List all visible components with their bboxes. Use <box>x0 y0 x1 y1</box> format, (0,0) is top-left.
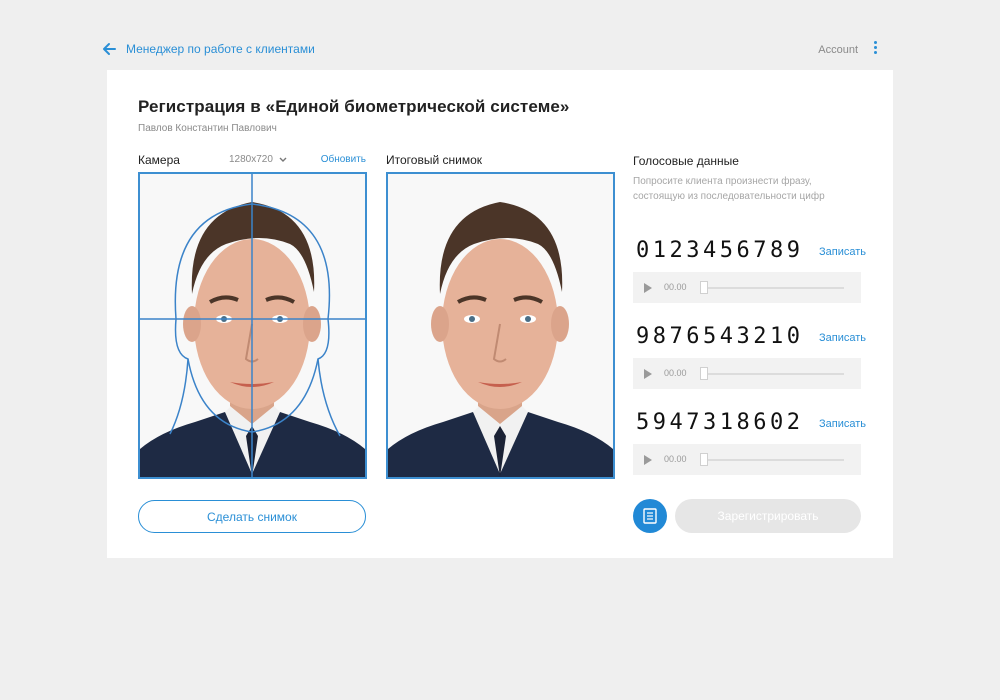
final-portrait <box>388 174 613 477</box>
account-link[interactable]: Account <box>818 44 858 56</box>
camera-portrait <box>140 174 365 477</box>
record-button-1[interactable]: Записать <box>819 246 866 258</box>
client-name: Павлов Константин Павлович <box>138 123 277 134</box>
voice-hint: Попросите клиента произнести фразу, сост… <box>633 176 825 202</box>
digit-sequence-text: 9876543210 <box>636 324 804 349</box>
digit-sequence-text: 0123456789 <box>636 238 804 263</box>
audio-player-1: 00.00 <box>633 272 861 303</box>
audio-track[interactable] <box>700 459 844 461</box>
registration-card: Регистрация в «Единой биометрической сис… <box>107 70 893 558</box>
digit-sequence-text: 5947318602 <box>636 410 804 435</box>
record-button-3[interactable]: Записать <box>819 418 866 430</box>
page-title: Регистрация в «Единой биометрической сис… <box>138 97 570 116</box>
play-icon[interactable] <box>644 455 652 465</box>
audio-player-2: 00.00 <box>633 358 861 389</box>
audio-track[interactable] <box>700 373 844 375</box>
resolution-select[interactable]: 1280x720 <box>229 154 287 165</box>
play-icon[interactable] <box>644 283 652 293</box>
top-bar: Менеджер по работе с клиентами Account <box>100 40 890 60</box>
refresh-camera-link[interactable]: Обновить <box>321 154 366 165</box>
digit-sequence-2: 9876543210 Записать <box>636 324 866 352</box>
kebab-menu-icon[interactable] <box>872 41 878 57</box>
audio-slider-thumb[interactable] <box>700 367 708 380</box>
resolution-value: 1280x720 <box>229 154 273 165</box>
audio-track[interactable] <box>700 287 844 289</box>
audio-time: 00.00 <box>664 282 687 292</box>
audio-time: 00.00 <box>664 368 687 378</box>
audio-slider-thumb[interactable] <box>700 453 708 466</box>
final-photo <box>386 172 615 479</box>
audio-time: 00.00 <box>664 454 687 464</box>
take-photo-button[interactable]: Сделать снимок <box>138 500 366 533</box>
document-button[interactable] <box>633 499 667 533</box>
digit-sequence-3: 5947318602 Записать <box>636 410 866 438</box>
back-link[interactable]: Менеджер по работе с клиентами <box>100 40 315 58</box>
audio-player-3: 00.00 <box>633 444 861 475</box>
audio-slider-thumb[interactable] <box>700 281 708 294</box>
play-icon[interactable] <box>644 369 652 379</box>
camera-label: Камера <box>138 153 180 167</box>
final-photo-label: Итоговый снимок <box>386 153 482 167</box>
back-link-label: Менеджер по работе с клиентами <box>126 42 315 56</box>
register-button[interactable]: Зарегистрировать <box>675 499 861 533</box>
voice-title: Голосовые данные <box>633 154 739 168</box>
camera-preview <box>138 172 367 479</box>
document-icon <box>643 508 657 524</box>
back-arrow-icon[interactable] <box>100 40 118 58</box>
record-button-2[interactable]: Записать <box>819 332 866 344</box>
chevron-down-icon <box>279 157 287 162</box>
digit-sequence-1: 0123456789 Записать <box>636 238 866 266</box>
